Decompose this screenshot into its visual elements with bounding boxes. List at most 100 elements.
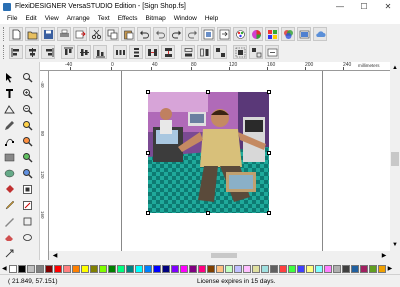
zoom-selection-icon[interactable]	[20, 134, 34, 148]
align-center-icon[interactable]	[25, 45, 39, 59]
frame-tool-icon[interactable]	[20, 214, 34, 228]
selection-handle[interactable]	[267, 211, 271, 215]
eraser-tool-icon[interactable]	[2, 230, 16, 244]
color-manage-icon[interactable]	[233, 27, 247, 41]
color-swatch[interactable]	[296, 264, 305, 273]
color-swatch[interactable]	[287, 264, 296, 273]
canvas[interactable]	[49, 71, 390, 251]
color-swatch[interactable]	[251, 264, 260, 273]
color-swatch[interactable]	[179, 264, 188, 273]
selection-handle[interactable]	[146, 211, 150, 215]
color-swatch[interactable]	[377, 264, 386, 273]
distribute-horizontal-icon[interactable]	[113, 45, 127, 59]
zoom-all-icon[interactable]	[20, 166, 34, 180]
palette-scroll-right-icon[interactable]: ▶	[388, 265, 393, 272]
vertical-scrollbar[interactable]: ▲ ▼	[390, 62, 400, 251]
zoom-tool-icon[interactable]	[20, 70, 34, 84]
menu-window[interactable]: Window	[170, 15, 201, 22]
maximize-button[interactable]: ☐	[352, 0, 376, 13]
ungroup-icon[interactable]	[249, 45, 263, 59]
spot-color-icon[interactable]	[265, 27, 279, 41]
export-icon[interactable]	[217, 27, 231, 41]
color-swatch[interactable]	[332, 264, 341, 273]
pan-tool-icon[interactable]	[20, 182, 34, 196]
align-right-icon[interactable]	[41, 45, 55, 59]
color-swatch[interactable]	[62, 264, 71, 273]
horizontal-scrollbar[interactable]: ◀ ▶	[49, 251, 390, 260]
toolbar-grip[interactable]	[3, 45, 6, 59]
rectangle-tool-icon[interactable]	[2, 150, 16, 164]
cut-icon[interactable]	[89, 27, 103, 41]
color-swatch[interactable]	[188, 264, 197, 273]
distribute-vertical-icon[interactable]	[129, 45, 143, 59]
copy-icon[interactable]	[105, 27, 119, 41]
ellipse-outline-icon[interactable]	[20, 230, 34, 244]
select-tool-icon[interactable]	[2, 70, 16, 84]
color-swatch[interactable]	[350, 264, 359, 273]
pen-tool-icon[interactable]	[2, 118, 16, 132]
color-swatch[interactable]	[152, 264, 161, 273]
color-swatch[interactable]	[17, 264, 26, 273]
selection-handle[interactable]	[206, 90, 210, 94]
scroll-up-icon[interactable]: ▲	[391, 64, 399, 72]
color-swatch[interactable]	[215, 264, 224, 273]
sign-shop-photo[interactable]	[148, 92, 269, 213]
color-swatch[interactable]	[341, 264, 350, 273]
color-swatch[interactable]	[35, 264, 44, 273]
zoom-in-icon[interactable]	[20, 86, 34, 100]
scroll-thumb[interactable]	[211, 253, 237, 258]
space-vertical-icon[interactable]	[161, 45, 175, 59]
selection-handle[interactable]	[267, 90, 271, 94]
color-swatch[interactable]	[116, 264, 125, 273]
transform-tool-icon[interactable]	[2, 246, 16, 260]
color-separation-icon[interactable]	[281, 27, 295, 41]
color-swatch[interactable]	[161, 264, 170, 273]
menu-bitmap[interactable]: Bitmap	[141, 15, 169, 22]
send-output-icon[interactable]	[73, 27, 87, 41]
fill-tool-icon[interactable]	[2, 182, 16, 196]
color-swatch[interactable]	[89, 264, 98, 273]
scroll-right-icon[interactable]: ▶	[380, 252, 388, 259]
color-swatch[interactable]	[368, 264, 377, 273]
color-swatch[interactable]	[314, 264, 323, 273]
scroll-down-icon[interactable]: ▼	[391, 241, 399, 249]
minimize-button[interactable]: —	[328, 0, 352, 13]
redo-history-icon[interactable]	[185, 27, 199, 41]
new-file-icon[interactable]	[9, 27, 23, 41]
print-preview-icon[interactable]	[297, 27, 311, 41]
save-icon[interactable]	[41, 27, 55, 41]
menu-view[interactable]: View	[41, 15, 63, 22]
color-swatch[interactable]	[233, 264, 242, 273]
color-wheel-icon[interactable]	[249, 27, 263, 41]
color-swatch[interactable]	[143, 264, 152, 273]
node-edit-tool-icon[interactable]	[2, 134, 16, 148]
align-top-icon[interactable]	[61, 45, 75, 59]
print-icon[interactable]	[57, 27, 71, 41]
zoom-out-icon[interactable]	[20, 102, 34, 116]
menu-help[interactable]: Help	[201, 15, 222, 22]
color-swatch[interactable]	[305, 264, 314, 273]
color-swatch[interactable]	[26, 264, 35, 273]
text-tool-icon[interactable]	[2, 86, 16, 100]
color-swatch[interactable]	[242, 264, 251, 273]
align-bottom-icon[interactable]	[93, 45, 107, 59]
menu-effects[interactable]: Effects	[114, 15, 142, 22]
outline-tool-icon[interactable]	[20, 198, 34, 212]
color-swatch[interactable]	[197, 264, 206, 273]
ellipse-tool-icon[interactable]	[2, 166, 16, 180]
cloud-icon[interactable]	[313, 27, 327, 41]
color-swatch[interactable]	[269, 264, 278, 273]
undo-icon[interactable]	[137, 27, 151, 41]
selection-handle[interactable]	[267, 151, 271, 155]
menu-arrange[interactable]: Arrange	[63, 15, 94, 22]
zoom-fit-icon[interactable]	[20, 118, 34, 132]
palette-scroll-left-icon[interactable]: ◀	[2, 265, 7, 272]
menu-edit[interactable]: Edit	[21, 15, 40, 22]
color-swatch[interactable]	[278, 264, 287, 273]
color-swatch[interactable]	[44, 264, 53, 273]
paste-icon[interactable]	[121, 27, 135, 41]
color-swatch[interactable]	[107, 264, 116, 273]
color-swatch[interactable]	[260, 264, 269, 273]
color-swatch[interactable]	[98, 264, 107, 273]
redo-icon[interactable]	[169, 27, 183, 41]
